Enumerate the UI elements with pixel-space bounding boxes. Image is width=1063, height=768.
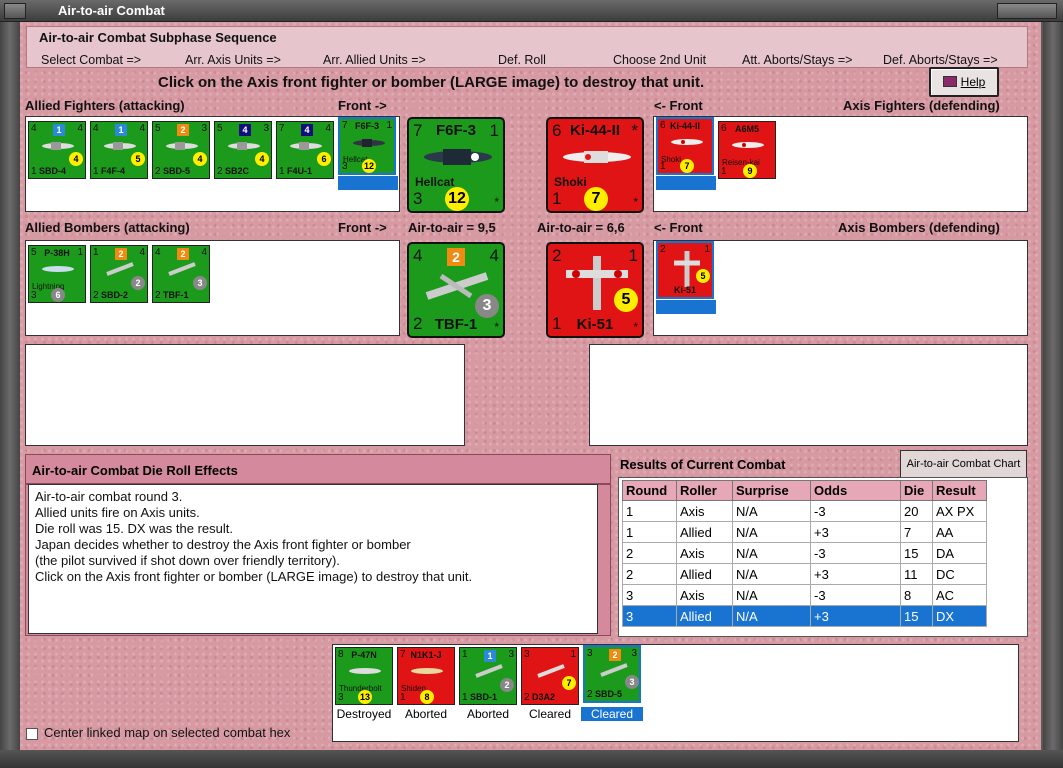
- plane-icon: [99, 138, 141, 152]
- allied-fighters-label: Allied Fighters (attacking): [25, 98, 185, 113]
- plane-icon: [223, 138, 265, 152]
- plane-icon: [468, 664, 510, 678]
- counter-p-38h[interactable]: 5 P-38H 1 Lightning 6 3: [28, 245, 86, 303]
- combat-panel: Air-to-air Combat Subphase Sequence Sele…: [20, 22, 1041, 750]
- large-allied-front-bomber[interactable]: 4 2 4 3 2 TBF-1 *: [407, 242, 505, 338]
- plane-icon: [344, 664, 386, 678]
- help-button[interactable]: Help: [929, 67, 999, 97]
- seq-step-att-aborts: Att. Aborts/Stays =>: [742, 53, 853, 67]
- table-row[interactable]: 1 Allied N/A +3 7 AA: [622, 521, 987, 543]
- air-to-air-axis: Air-to-air = 6,6: [537, 220, 625, 235]
- selection-bar: [656, 176, 716, 190]
- front-label-right: <- Front: [654, 98, 703, 113]
- counter-sbd-5-selected[interactable]: 33 2 3 2 SBD-5: [583, 645, 641, 703]
- counter-f4f-4[interactable]: 44 1 5 1 F4F-4: [90, 121, 148, 179]
- window-frame-right: [1043, 22, 1063, 750]
- plane-icon: [727, 138, 769, 152]
- counter-tbf-1[interactable]: 44 2 3 2 TBF-1: [152, 245, 210, 303]
- large-axis-front-bomber[interactable]: 2 1 5 1 Ki-51 *: [546, 242, 644, 338]
- seq-step-select-combat: Select Combat =>: [41, 53, 142, 67]
- plane-icon: [285, 138, 327, 152]
- allied-empty-box: [25, 344, 465, 446]
- counter-f6f-3-selected[interactable]: 71 F6F-3 Hellcat 12 3: [338, 117, 396, 175]
- selection-bar: [656, 300, 716, 314]
- plane-icon: [161, 262, 203, 276]
- allied-bombers-label: Allied Bombers (attacking): [25, 220, 190, 235]
- window-controls[interactable]: [997, 3, 1057, 19]
- counter-sbd-4[interactable]: 44 1 4 1 SBD-4: [28, 121, 86, 179]
- air-to-air-chart-button[interactable]: Air-to-air Combat Chart: [900, 450, 1027, 478]
- front-label-bombers-left: Front ->: [338, 220, 387, 235]
- table-row[interactable]: 1 Axis N/A -3 20 AX PX: [622, 500, 987, 522]
- table-row[interactable]: 2 Axis N/A -3 15 DA: [622, 542, 987, 564]
- counter-d3a2[interactable]: 31 7 2 D3A2: [521, 647, 579, 705]
- plane-icon: [99, 262, 141, 276]
- front-label-bombers-right: <- Front: [654, 220, 703, 235]
- counter-sbd-2[interactable]: 14 2 2 2 SBD-2: [90, 245, 148, 303]
- window-frame-bottom: [0, 750, 1063, 768]
- axis-empty-box: [589, 344, 1028, 446]
- selection-bar: [338, 176, 398, 190]
- system-menu-button[interactable]: [4, 3, 26, 19]
- seq-step-arr-allied: Arr. Allied Units =>: [323, 53, 426, 67]
- die-roll-effects-text: Air-to-air combat round 3. Allied units …: [28, 484, 598, 634]
- window-frame-left: [0, 22, 20, 750]
- seq-step-def-aborts: Def. Aborts/Stays =>: [883, 53, 998, 67]
- axis-fighters-label: Axis Fighters (defending): [843, 98, 1000, 113]
- axis-bombers-label: Axis Bombers (defending): [838, 220, 1000, 235]
- status-destroyed: Destroyed: [336, 707, 392, 721]
- counter-a6m5[interactable]: 6 A6M5 Reisen-kai 9 1: [718, 121, 776, 179]
- plane-icon: [666, 135, 708, 149]
- instruction-text: Click on the Axis front fighter or bombe…: [158, 74, 705, 91]
- window-title: Air-to-air Combat: [58, 3, 165, 18]
- air-to-air-allied: Air-to-air = 9,5: [408, 220, 496, 235]
- status-aborted-1: Aborted: [404, 707, 448, 721]
- seq-step-choose-2nd: Choose 2nd Unit: [613, 53, 707, 67]
- axis-bombers-box: 21 5 Ki-51: [653, 240, 1028, 336]
- sequence-title: Air-to-air Combat Subphase Sequence: [39, 30, 277, 45]
- counter-n1k1-j[interactable]: 7 N1K1-J Shiden 8 1: [397, 647, 455, 705]
- book-icon: [942, 76, 957, 87]
- plane-icon: [161, 138, 203, 152]
- large-allied-front-fighter[interactable]: 7 F6F-3 1 Hellcat 12 3 *: [407, 117, 505, 213]
- table-row-selected[interactable]: 3 Allied N/A +3 15 DX: [622, 605, 987, 627]
- results-table: Round Roller Surprise Odds Die Result 1A…: [622, 480, 987, 627]
- hellcat-plane-icon: [419, 143, 497, 174]
- counter-ki-44-ii[interactable]: 6 Ki-44-II Shoki 7 1: [656, 117, 714, 175]
- die-roll-effects-title: Air-to-air Combat Die Roll Effects: [32, 463, 238, 478]
- front-label-left: Front ->: [338, 98, 387, 113]
- allied-bombers-box: 5 P-38H 1 Lightning 6 3 14 2 2 2 SBD-2 44…: [25, 240, 400, 336]
- seq-step-arr-axis: Arr. Axis Units =>: [185, 53, 281, 67]
- plane-icon: [406, 664, 448, 678]
- status-cleared-1: Cleared: [528, 707, 572, 721]
- table-row[interactable]: 3 Axis N/A -3 8 AC: [622, 584, 987, 606]
- status-cleared-2: Cleared: [581, 707, 643, 721]
- counter-f4u-1[interactable]: 74 4 6 1 F4U-1: [276, 121, 334, 179]
- counter-ki-51[interactable]: 21 5 Ki-51: [656, 241, 714, 299]
- die-roll-effects-header: Air-to-air Combat Die Roll Effects: [25, 454, 611, 484]
- results-title: Results of Current Combat: [620, 457, 786, 472]
- table-row[interactable]: 2 Allied N/A +3 11 DC: [622, 563, 987, 585]
- counter-sbd-5[interactable]: 53 2 4 2 SBD-5: [152, 121, 210, 179]
- center-map-label: Center linked map on selected combat hex: [44, 725, 291, 740]
- title-bar: Air-to-air Combat: [0, 0, 1063, 22]
- help-label: Help: [960, 75, 986, 89]
- counter-sbd-1[interactable]: 13 1 2 1 SBD-1: [459, 647, 517, 705]
- center-map-checkbox[interactable]: [26, 728, 38, 740]
- sequence-box: Air-to-air Combat Subphase Sequence Sele…: [26, 26, 1028, 68]
- plane-icon: [37, 138, 79, 152]
- allied-fighters-box: 44 1 4 1 SBD-4 44 1 5 1 F4F-4 53 2 4 2 SBD-…: [25, 116, 400, 212]
- shoki-plane-icon: [558, 145, 636, 174]
- status-aborted-2: Aborted: [466, 707, 510, 721]
- counter-p-47n[interactable]: 8 P-47N Thunderbolt 13 3: [335, 647, 393, 705]
- counter-sb2c[interactable]: 53 4 4 2 SB2C: [214, 121, 272, 179]
- plane-icon: [37, 262, 79, 276]
- axis-fighters-box: 6 Ki-44-II Shoki 7 1 6 A6M5 Reisen-kai 9…: [653, 116, 1028, 212]
- large-axis-front-fighter[interactable]: 6 Ki-44-II * Shoki 7 1 *: [546, 117, 644, 213]
- plane-icon: [348, 135, 390, 149]
- seq-step-def-roll: Def. Roll: [498, 53, 546, 67]
- status-units-box: 8 P-47N Thunderbolt 13 3 Destroyed 7 N1K1-…: [332, 644, 1019, 742]
